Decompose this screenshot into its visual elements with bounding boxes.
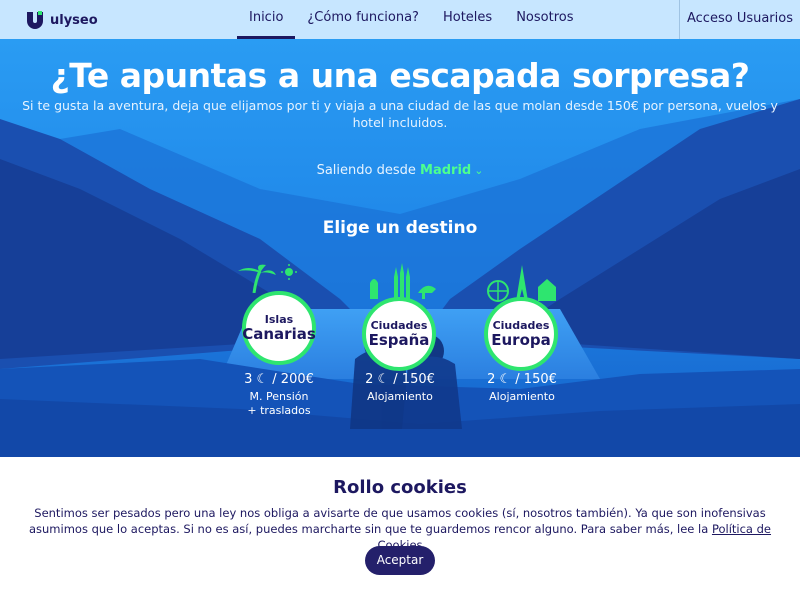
departure-selector[interactable]: Saliendo desde Madrid ⌄ (0, 163, 800, 178)
destination-price: 2 ☾ / 150€ (462, 372, 582, 387)
destination-note: M. Pensión + traslados (219, 390, 339, 418)
cookie-title: Rollo cookies (333, 477, 467, 498)
nav-nosotros[interactable]: Nosotros (504, 0, 585, 39)
spain-landmarks-icon (370, 263, 436, 299)
palm-tree-sun-icon (238, 264, 297, 293)
price-value: / 150€ (515, 372, 557, 387)
nights-count: 3 (244, 372, 253, 387)
nights-count: 2 (487, 372, 496, 387)
cookie-text: Sentimos ser pesados pero una ley nos ob… (28, 506, 766, 536)
note-line2: + traslados (247, 404, 311, 417)
nav-hoteles[interactable]: Hoteles (431, 0, 504, 39)
destination-note: Alojamiento (462, 390, 582, 404)
destination-line2: Europa (491, 331, 551, 349)
destination-line2: España (368, 331, 430, 349)
note-line1: Alojamiento (367, 390, 433, 403)
hero-section: ¿Te apuntas a una escapada sorpresa? Si … (0, 39, 800, 457)
destination-ciudades-europa[interactable]: Ciudades Europa (484, 297, 558, 371)
nav-inicio[interactable]: Inicio (237, 0, 296, 39)
accept-cookies-button[interactable]: Aceptar (365, 546, 435, 575)
choose-destination-heading: Elige un destino (322, 218, 478, 238)
price-value: / 200€ (272, 372, 314, 387)
access-users-link[interactable]: Acceso Usuarios (679, 0, 800, 39)
moon-icon: ☾ (499, 372, 512, 387)
ulyseo-logo-icon (27, 11, 43, 29)
departure-label: Saliendo desde (316, 163, 416, 178)
logo[interactable]: ulyseo (24, 9, 98, 31)
brand-name: ulyseo (50, 12, 98, 28)
nav-como-funciona[interactable]: ¿Cómo funciona? (295, 0, 431, 39)
moon-icon: ☾ (377, 372, 390, 387)
moon-icon: ☾ (256, 372, 269, 387)
destination-islas-canarias[interactable]: Islas Canarias (242, 291, 316, 365)
nights-count: 2 (365, 372, 374, 387)
destination-price: 2 ☾ / 150€ (340, 372, 460, 387)
destination-price: 3 ☾ / 200€ (219, 372, 339, 387)
chevron-down-icon[interactable]: ⌄ (474, 164, 483, 177)
note-line1: Alojamiento (489, 390, 555, 403)
price-value: / 150€ (393, 372, 435, 387)
top-header: ulyseo Inicio ¿Cómo funciona? Hoteles No… (0, 0, 800, 39)
main-nav: Inicio ¿Cómo funciona? Hoteles Nosotros (237, 0, 585, 39)
hero-subtitle: Si te gusta la aventura, deja que elijam… (22, 98, 778, 130)
departure-city[interactable]: Madrid (420, 163, 471, 178)
destination-ciudades-espana[interactable]: Ciudades España (362, 297, 436, 371)
destination-line2: Canarias (242, 325, 316, 343)
destination-note: Alojamiento (340, 390, 460, 404)
cookie-banner: Rollo cookies Sentimos ser pesados pero … (0, 457, 800, 600)
hero-title: ¿Te apuntas a una escapada sorpresa? (50, 56, 750, 95)
note-line1: M. Pensión (249, 390, 309, 403)
